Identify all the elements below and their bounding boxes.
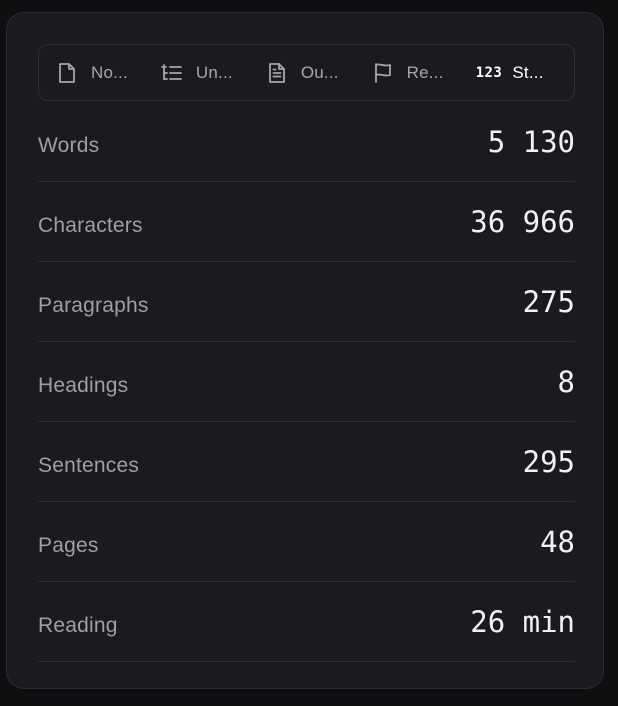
file-icon bbox=[55, 61, 79, 85]
stat-row-sentences: Sentences 295 bbox=[38, 422, 575, 502]
stat-value: 275 bbox=[522, 284, 575, 319]
stat-value: 8 bbox=[557, 364, 575, 399]
stat-value: 26 min bbox=[470, 604, 575, 639]
tab-bar: No... Un... Ou... Re... 123 St... bbox=[38, 44, 575, 101]
stat-row-paragraphs: Paragraphs 275 bbox=[38, 262, 575, 342]
tab-stats-label: St... bbox=[512, 62, 544, 82]
stat-label: Headings bbox=[38, 373, 129, 397]
tab-unlinked[interactable]: Un... bbox=[160, 45, 233, 100]
stat-label: Paragraphs bbox=[38, 293, 149, 317]
stats-panel: No... Un... Ou... Re... 123 St... Words … bbox=[6, 12, 604, 689]
stat-label: Sentences bbox=[38, 453, 140, 477]
stats-list: Words 5 130 Characters 36 966 Paragraphs… bbox=[38, 102, 575, 662]
outline-list-icon bbox=[160, 61, 184, 85]
tab-notes-label: No... bbox=[91, 62, 128, 82]
stat-value: 295 bbox=[522, 444, 575, 479]
tab-stats[interactable]: 123 St... bbox=[476, 45, 544, 100]
stat-label: Words bbox=[38, 133, 100, 157]
tab-recent[interactable]: Re... bbox=[371, 45, 444, 100]
stat-row-characters: Characters 36 966 bbox=[38, 182, 575, 262]
stat-row-words: Words 5 130 bbox=[38, 102, 575, 182]
stat-value: 36 966 bbox=[470, 204, 575, 239]
numbers-icon: 123 bbox=[475, 64, 503, 81]
stat-row-pages: Pages 48 bbox=[38, 502, 575, 582]
stat-row-reading: Reading 26 min bbox=[38, 582, 575, 662]
stat-label: Pages bbox=[38, 533, 99, 557]
flag-icon bbox=[371, 61, 395, 85]
document-text-icon bbox=[265, 61, 289, 85]
stat-value: 5 130 bbox=[487, 124, 575, 159]
tab-recent-label: Re... bbox=[406, 62, 444, 82]
stat-label: Reading bbox=[38, 613, 118, 637]
stat-row-headings: Headings 8 bbox=[38, 342, 575, 422]
stat-value: 48 bbox=[540, 524, 575, 559]
tab-unlinked-label: Un... bbox=[195, 62, 233, 82]
tab-notes[interactable]: No... bbox=[55, 45, 128, 100]
stat-label: Characters bbox=[38, 213, 143, 237]
tab-outline[interactable]: Ou... bbox=[265, 45, 339, 100]
tab-outline-label: Ou... bbox=[300, 62, 339, 82]
